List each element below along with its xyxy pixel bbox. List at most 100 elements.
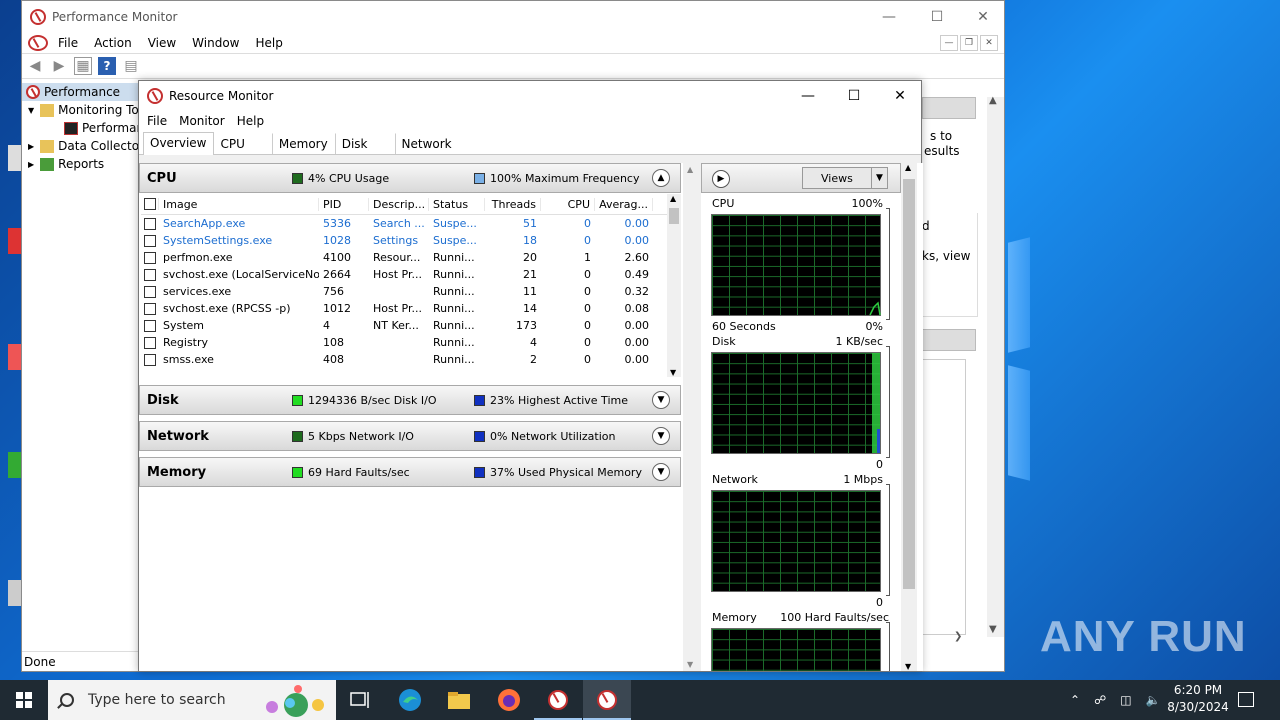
file-explorer-icon[interactable] bbox=[447, 688, 471, 712]
tab-memory[interactable]: Memory bbox=[271, 133, 335, 154]
menu-help[interactable]: Help bbox=[248, 36, 291, 50]
mdi-close-button[interactable]: ✕ bbox=[980, 35, 998, 51]
chevron-down-icon[interactable]: ▼ bbox=[871, 168, 887, 188]
scroll-down-arrow[interactable]: ▼ bbox=[989, 624, 997, 635]
row-checkbox[interactable] bbox=[144, 285, 156, 298]
expand-chevron-icon[interactable]: ▼ bbox=[652, 427, 670, 445]
table-row[interactable]: SystemSettings.exe 1028 Settings Suspe... 18… bbox=[141, 232, 667, 249]
taskbar-resmon[interactable] bbox=[583, 680, 631, 720]
pane-splitter[interactable]: ▲ ▼ bbox=[683, 163, 701, 671]
row-checkbox[interactable] bbox=[144, 353, 156, 366]
table-row[interactable]: System 4 NT Ker... Runni... 173 0 0.00 bbox=[141, 317, 667, 334]
tab-disk[interactable]: Disk bbox=[334, 133, 375, 154]
help-icon[interactable]: ? bbox=[98, 57, 116, 75]
column-header-cpu[interactable]: CPU bbox=[541, 197, 595, 211]
start-button[interactable] bbox=[0, 680, 48, 720]
back-arrow-icon[interactable]: ◀ bbox=[26, 57, 44, 75]
scroll-up-arrow[interactable]: ▲ bbox=[905, 163, 911, 172]
perfmon-scrollbar[interactable]: ▲ ▼ bbox=[987, 95, 1004, 637]
table-row[interactable]: SearchApp.exe 5336 Search ... Suspe... 51 0 0.… bbox=[141, 215, 667, 232]
scroll-thumb[interactable] bbox=[903, 179, 915, 589]
menu-file[interactable]: File bbox=[50, 36, 86, 50]
tree-item-performance-monitor[interactable]: Performan bbox=[22, 119, 138, 137]
table-row[interactable]: services.exe 756 Runni... 11 0 0.32 bbox=[141, 283, 667, 300]
menu-help[interactable]: Help bbox=[231, 114, 270, 128]
column-header-pid[interactable]: PID bbox=[319, 197, 369, 211]
properties-icon[interactable]: ▤ bbox=[122, 57, 140, 75]
disk-section-header[interactable]: Disk 1294336 B/sec Disk I/O 23% Highest … bbox=[139, 385, 681, 415]
collapse-graphs-icon[interactable]: ▶ bbox=[712, 170, 730, 188]
notifications-icon[interactable] bbox=[1238, 692, 1254, 707]
minimize-button[interactable]: — bbox=[866, 1, 912, 33]
table-row[interactable]: Registry 108 Runni... 4 0 0.00 bbox=[141, 334, 667, 351]
network-section-header[interactable]: Network 5 Kbps Network I/O 0% Network Ut… bbox=[139, 421, 681, 451]
table-row[interactable]: svchost.exe (LocalServiceNo... 2664 Host P… bbox=[141, 266, 667, 283]
tab-cpu[interactable]: CPU bbox=[214, 133, 252, 154]
perfmon-menu-icon[interactable] bbox=[28, 35, 48, 51]
expand-chevron-icon[interactable]: ▼ bbox=[652, 391, 670, 409]
maximize-button[interactable]: ☐ bbox=[831, 81, 877, 111]
tab-overview[interactable]: Overview bbox=[143, 132, 214, 155]
scroll-up-arrow[interactable]: ▲ bbox=[989, 95, 997, 106]
menu-monitor[interactable]: Monitor bbox=[173, 114, 231, 128]
column-header-image[interactable]: Image bbox=[159, 197, 319, 211]
tree-item-monitoring-tools[interactable]: ▼ Monitoring To bbox=[22, 101, 138, 119]
column-header-status[interactable]: Status bbox=[429, 197, 485, 211]
menu-view[interactable]: View bbox=[140, 36, 184, 50]
table-row[interactable]: svchost.exe (RPCSS -p) 1012 Host Pr... Runn… bbox=[141, 300, 667, 317]
views-dropdown[interactable]: Views ▼ bbox=[802, 167, 888, 189]
memory-section-header[interactable]: Memory 69 Hard Faults/sec 37% Used Physi… bbox=[139, 457, 681, 487]
column-header-threads[interactable]: Threads bbox=[485, 197, 541, 211]
menu-file[interactable]: File bbox=[141, 114, 173, 128]
tree-item-reports[interactable]: ▶ Reports bbox=[22, 155, 138, 173]
expand-chevron-icon[interactable]: ▼ bbox=[652, 463, 670, 481]
network-icon[interactable]: ◫ bbox=[1120, 693, 1131, 707]
table-row[interactable]: perfmon.exe 4100 Resour... Runni... 20 1 2.60 bbox=[141, 249, 667, 266]
expand-arrow-icon[interactable]: ▶ bbox=[28, 142, 34, 151]
graphs-scrollbar[interactable]: ▲ ▼ bbox=[901, 163, 917, 671]
select-all-checkbox[interactable] bbox=[144, 198, 156, 210]
security-icon[interactable]: ☍ bbox=[1094, 693, 1106, 707]
row-checkbox[interactable] bbox=[144, 268, 156, 281]
scroll-right-arrow[interactable]: ❯ bbox=[954, 631, 962, 642]
scroll-up-arrow[interactable]: ▲ bbox=[670, 194, 676, 203]
scroll-up-arrow[interactable]: ▲ bbox=[687, 165, 693, 174]
task-view-icon[interactable] bbox=[348, 688, 372, 712]
column-header-average-cpu[interactable]: Averag... bbox=[595, 197, 653, 211]
scroll-down-arrow[interactable]: ▼ bbox=[670, 368, 676, 377]
mdi-restore-button[interactable]: ❐ bbox=[960, 35, 978, 51]
row-checkbox[interactable] bbox=[144, 217, 156, 230]
row-checkbox[interactable] bbox=[144, 234, 156, 247]
mdi-minimize-button[interactable]: — bbox=[940, 35, 958, 51]
expand-arrow-icon[interactable]: ▼ bbox=[28, 106, 34, 115]
collapse-chevron-icon[interactable]: ▲ bbox=[652, 169, 670, 187]
firefox-icon[interactable] bbox=[497, 688, 521, 712]
menu-action[interactable]: Action bbox=[86, 36, 140, 50]
row-checkbox[interactable] bbox=[144, 336, 156, 349]
scroll-thumb[interactable] bbox=[669, 208, 679, 224]
cpu-section-header[interactable]: CPU 4% CPU Usage 100% Maximum Frequency … bbox=[139, 163, 681, 193]
taskbar-perfmon[interactable] bbox=[534, 680, 582, 720]
table-scrollbar[interactable]: ▲ ▼ bbox=[667, 194, 681, 377]
scroll-down-arrow[interactable]: ▼ bbox=[905, 662, 911, 671]
column-header-description[interactable]: Descrip... bbox=[369, 197, 429, 211]
taskbar-search-box[interactable]: Type here to search bbox=[48, 680, 336, 720]
row-checkbox[interactable] bbox=[144, 302, 156, 315]
show-hide-tree-icon[interactable]: ▦ bbox=[74, 57, 92, 75]
tab-network[interactable]: Network bbox=[394, 133, 459, 154]
minimize-button[interactable]: — bbox=[785, 81, 831, 111]
expand-arrow-icon[interactable]: ▶ bbox=[28, 160, 34, 169]
edge-icon[interactable] bbox=[398, 688, 422, 712]
row-checkbox[interactable] bbox=[144, 319, 156, 332]
scroll-down-arrow[interactable]: ▼ bbox=[687, 660, 693, 669]
forward-arrow-icon[interactable]: ▶ bbox=[50, 57, 68, 75]
row-checkbox[interactable] bbox=[144, 251, 156, 264]
show-hidden-icons-chevron[interactable]: ⌃ bbox=[1070, 693, 1080, 707]
volume-icon[interactable]: 🔈 bbox=[1146, 693, 1161, 707]
close-button[interactable]: ✕ bbox=[877, 81, 923, 111]
menu-window[interactable]: Window bbox=[184, 36, 247, 50]
clock[interactable]: 6:20 PM 8/30/2024 bbox=[1160, 682, 1236, 716]
tree-item-data-collector-sets[interactable]: ▶ Data Collecto bbox=[22, 137, 138, 155]
tree-item-performance[interactable]: Performance bbox=[22, 83, 138, 101]
maximize-button[interactable]: ☐ bbox=[914, 1, 960, 33]
